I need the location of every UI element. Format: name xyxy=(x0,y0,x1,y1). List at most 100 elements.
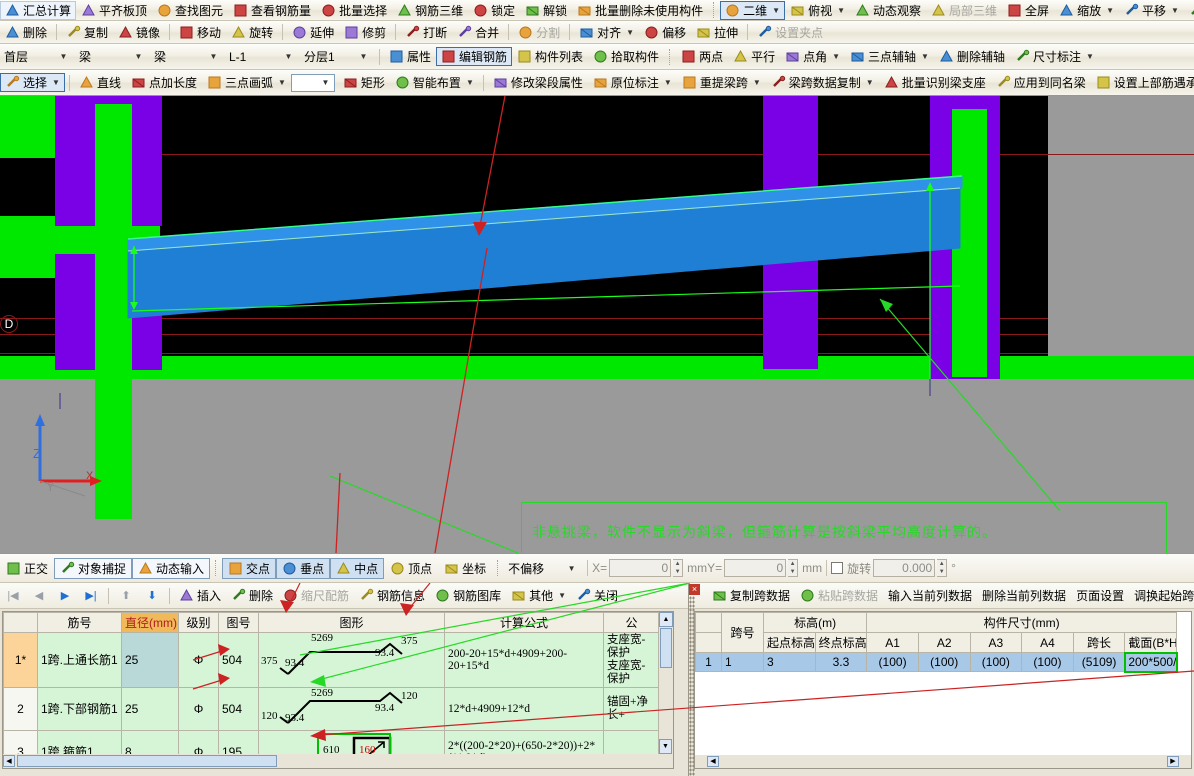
rebar-nav-last-record-icon[interactable]: ▶| xyxy=(78,586,104,606)
tb2-offset-icon[interactable]: 偏移 xyxy=(639,23,691,42)
span-nav-input-column-icon[interactable]: 输入当前列数据 xyxy=(883,586,977,606)
rebar-figure-cell[interactable]: 5269 375 93.4 375 93.4 xyxy=(258,632,445,688)
tb1-batch-select-icon[interactable]: 批量选择 xyxy=(316,1,392,20)
col-grade[interactable]: 级别 xyxy=(178,612,219,633)
chevron-down-icon[interactable]: ▼ xyxy=(1106,6,1114,15)
close-span-panel-button[interactable]: × xyxy=(689,584,700,595)
rebar-grid-hscrollbar[interactable]: ◀ xyxy=(3,754,673,768)
span-a4-cell[interactable]: (100) xyxy=(1021,652,1074,672)
scroll-left-button[interactable]: ◀ xyxy=(3,755,15,767)
tb4-apply-same-name-icon[interactable]: 应用到同名梁 xyxy=(991,73,1091,92)
chevron-down-icon[interactable]: ▼ xyxy=(664,78,672,87)
tb2-delete-icon[interactable]: 删除 xyxy=(0,23,52,42)
draw-mode-select[interactable]: ▼ xyxy=(290,73,335,92)
col-start-elev[interactable]: 起点标高 xyxy=(763,632,816,653)
tb3-delete-axis-icon[interactable]: 删除辅轴 xyxy=(934,47,1010,66)
span-a1-cell[interactable]: (100) xyxy=(866,652,919,672)
chevron-down-icon[interactable]: ▼ xyxy=(772,6,780,15)
layer-select[interactable]: 分层1 ▼ xyxy=(300,47,372,66)
tb1-unlock-icon[interactable]: 解锁 xyxy=(520,1,572,20)
tb3-dimension-icon[interactable]: 尺寸标注 ▼ xyxy=(1010,47,1099,66)
span-nav-page-setup-icon[interactable]: 页面设置 xyxy=(1071,586,1129,606)
tb3-edit-rebar-icon[interactable]: 编辑钢筋 xyxy=(436,47,513,66)
tb4-point-length-icon[interactable]: 点加长度 xyxy=(126,73,202,92)
chevron-down-icon[interactable]: ▼ xyxy=(52,78,60,87)
chevron-down-icon[interactable]: ▼ xyxy=(207,52,220,61)
rebar-nav-next-record-icon[interactable]: ▶ xyxy=(52,586,78,606)
cad-canvas[interactable]: Z Y X D 非悬挑梁，软件不显示为斜梁，但箍筋计算是按斜梁平均高度计算的。 xyxy=(0,96,1194,553)
scroll-down-button[interactable]: ▼ xyxy=(659,739,672,754)
tb1-batch-delete-icon[interactable]: 批量删除未使用构件 xyxy=(572,1,708,20)
col-span-len[interactable]: 跨长 xyxy=(1072,632,1126,653)
chevron-down-icon[interactable]: ▼ xyxy=(837,6,845,15)
rebar-diameter-cell[interactable]: 25 xyxy=(121,687,179,731)
rebar-grid-scrollbar[interactable]: ▲ ▼ xyxy=(658,612,673,768)
tb1-fullscreen-icon[interactable]: 全屏 xyxy=(1002,1,1054,20)
toolbar-row-calculation[interactable]: 汇总计算 平齐板顶 查找图元 查看钢筋量 批量选择 钢筋三维 锁定 解锁 批量删除未使用构件 二维… xyxy=(0,0,1194,21)
tb1-align-slab-top-icon[interactable]: 平齐板顶 xyxy=(76,1,152,20)
tb4-edit-beam-seg-icon[interactable]: 修改梁段属性 xyxy=(488,73,588,92)
rebar-row[interactable]: 1* 1跨.上通长筋1 25 Φ 504 5269 375 93.4 375 93.4 200-20… xyxy=(3,632,660,688)
col-figure[interactable]: 图形 xyxy=(258,612,445,633)
rebar-formula-cell[interactable]: 12*d+4909+12*d xyxy=(444,687,604,731)
hscroll-thumb[interactable] xyxy=(17,755,277,767)
category-select[interactable]: 梁 ▼ xyxy=(75,47,147,66)
snap-perpendicular-snap-icon[interactable]: 垂点 xyxy=(276,557,331,579)
rebar-formula-cell[interactable]: 200-20+15*d+4909+200-20+15*d xyxy=(444,632,604,688)
tb4-in-situ-dimension-icon[interactable]: 原位标注 ▼ xyxy=(588,73,677,92)
tb1-sigma-icon[interactable]: 汇总计算 xyxy=(0,0,77,20)
col-end-elev[interactable]: 终点标高 xyxy=(814,632,868,653)
tb4-smart-layout-icon[interactable]: 智能布置 ▼ xyxy=(390,73,479,92)
chevron-down-icon[interactable]: ▼ xyxy=(57,52,70,61)
tb1-rebar-3d-icon[interactable]: 钢筋三维 xyxy=(392,1,468,20)
span-a3-cell[interactable]: (100) xyxy=(969,652,1023,672)
span-grid-hscrollbar[interactable]: ◀ ▶ xyxy=(695,755,1191,768)
rebar-nav-rebar-library-icon[interactable]: 钢筋图库 xyxy=(430,586,506,606)
tb1-lock-icon[interactable]: 锁定 xyxy=(468,1,520,20)
snap-midpoint-snap-icon[interactable]: 中点 xyxy=(330,557,385,579)
column-front[interactable] xyxy=(95,104,132,519)
col-formula-desc[interactable]: 公 xyxy=(603,612,660,633)
rebar-nav-rebar-info-icon[interactable]: 钢筋信息 xyxy=(354,586,430,606)
col-a1[interactable]: A1 xyxy=(866,632,919,653)
col-figure-no[interactable]: 图号 xyxy=(218,612,259,633)
tb4-rectangle-icon[interactable]: 矩形 xyxy=(338,73,390,92)
span-nav-copy-span-icon[interactable]: 复制跨数据 xyxy=(707,586,795,606)
col-a4[interactable]: A4 xyxy=(1021,632,1074,653)
tb2-move-icon[interactable]: 移动 xyxy=(174,23,226,42)
span-length-cell[interactable]: (5109) xyxy=(1072,652,1126,672)
snap-coordinate-snap-icon[interactable]: 坐标 xyxy=(438,558,492,579)
rebar-nav-move-up-icon[interactable]: ⬆ xyxy=(113,586,139,606)
rebar-grade-cell[interactable]: Φ xyxy=(178,632,219,688)
rebar-nav-insert-row-icon[interactable]: 插入 xyxy=(174,586,226,606)
tb4-copy-span-data-icon[interactable]: 梁跨数据复制 ▼ xyxy=(766,73,879,92)
rebar-nav-close-panel-icon[interactable]: 关闭 xyxy=(571,586,623,606)
rebar-grade-cell[interactable]: Φ xyxy=(178,687,219,731)
chevron-down-icon[interactable]: ▼ xyxy=(282,52,295,61)
tb4-re-extract-span-icon[interactable]: 重提梁跨 ▼ xyxy=(677,73,766,92)
span-no-cell[interactable]: 1 xyxy=(721,652,764,672)
chevron-down-icon[interactable]: ▼ xyxy=(565,564,578,573)
span-end-elev-cell[interactable]: 3.3 xyxy=(814,652,868,672)
tb3-member-list-icon[interactable]: 构件列表 xyxy=(512,47,588,66)
coord-y-spinner[interactable]: ▲ ▼ xyxy=(788,559,799,577)
rebar-formula-desc-cell[interactable]: 支座宽-保护 支座宽-保护 xyxy=(603,632,660,688)
toolbar-row-edit[interactable]: 删除 复制 镜像 移动 旋转 延伸 修剪 打断 合并 分割 对齐 ▼ 偏移 拉伸 设置夹点 xyxy=(0,21,1194,44)
rebar-row[interactable]: 2 1跨.下部钢筋1 25 Φ 504 5269 120 93.4 120 93.4 12*d+49… xyxy=(3,687,660,731)
tb1-orbit-icon[interactable]: 动态观察 xyxy=(850,1,926,20)
chevron-down-icon[interactable]: ▼ xyxy=(319,78,332,87)
tb4-cursor-icon[interactable]: 选择 ▼ xyxy=(0,73,65,92)
col-rebar-name[interactable]: 筋号 xyxy=(37,612,122,633)
rebar-figure-no-cell[interactable]: 504 xyxy=(218,632,259,688)
tb2-break-icon[interactable]: 打断 xyxy=(400,23,452,42)
tb2-rotate-icon[interactable]: 旋转 xyxy=(226,23,278,42)
tb4-set-top-rebar-icon[interactable]: 设置上部筋遇承台 xyxy=(1091,73,1194,92)
tb2-extend-icon[interactable]: 延伸 xyxy=(287,23,339,42)
rebar-nav-move-down-icon[interactable]: ⬇ xyxy=(139,586,165,606)
rebar-name-cell[interactable]: 1跨.下部钢筋1 xyxy=(37,687,122,731)
snap-dynamic-input-icon[interactable]: 动态输入 xyxy=(132,557,211,579)
tb4-three-point-arc-icon[interactable]: 三点画弧 ▼ xyxy=(202,73,291,92)
tb2-align-icon[interactable]: 对齐 ▼ xyxy=(574,23,639,42)
chevron-down-icon[interactable]: ▼ xyxy=(866,78,874,87)
member-select[interactable]: L-1 ▼ xyxy=(225,47,297,66)
